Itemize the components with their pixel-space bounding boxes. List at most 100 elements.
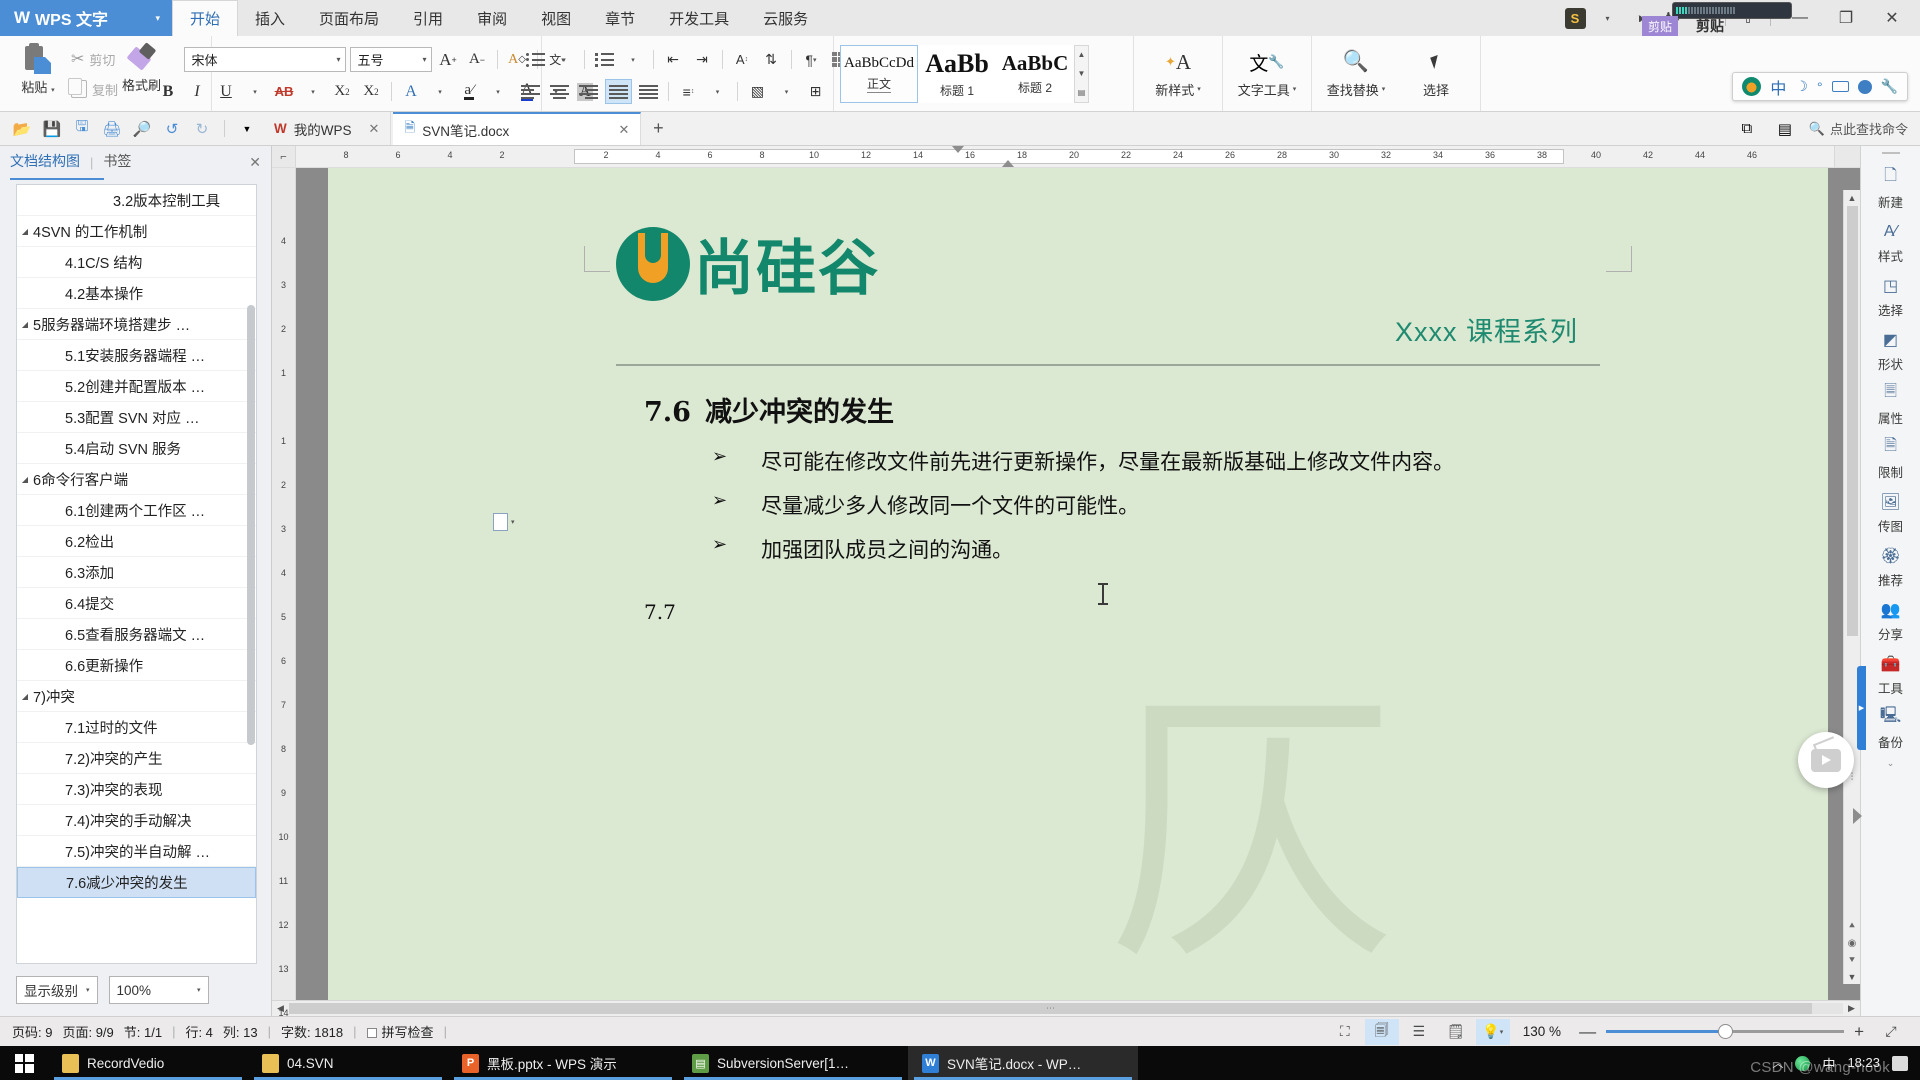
sidebar-item-upload-image[interactable]: 🖼 传图 <box>1863 486 1919 539</box>
document-page[interactable]: 尚硅谷 Xxxx 课程系列 7.6 减少冲突的发生 ➢ 尽可能在修改文件前先进行更… <box>328 168 1828 1000</box>
tab-references[interactable]: 引用 <box>396 0 460 36</box>
scroll-up-button[interactable]: ▲ <box>1848 190 1857 205</box>
superscript-button[interactable]: X2 <box>330 79 355 104</box>
ime-chinese-mode-icon[interactable]: 中 <box>1770 75 1786 99</box>
nav-item-7-4[interactable]: 7.4)冲突的手动解决 <box>17 805 256 836</box>
ime-settings-icon[interactable]: 🔧 <box>1881 78 1898 95</box>
tab-developer[interactable]: 开发工具 <box>652 0 746 36</box>
horizontal-ruler[interactable]: 8 6 4 2 2 4 6 8 10 12 14 16 18 20 22 24 <box>296 146 1834 167</box>
maximize-button[interactable]: ❐ <box>1824 3 1868 33</box>
sidebar-grip[interactable] <box>1881 152 1900 154</box>
ime-punctuation-icon[interactable]: ° <box>1817 79 1823 95</box>
chevron-down-icon[interactable]: ▾ <box>155 13 160 24</box>
nav-item-5-2[interactable]: 5.2创建并配置版本 … <box>17 371 256 402</box>
nav-item-5-3[interactable]: 5.3配置 SVN 对应 … <box>17 402 256 433</box>
clock[interactable]: 18:23 <box>1847 1055 1880 1070</box>
tab-review[interactable]: 审阅 <box>460 0 524 36</box>
redo-icon[interactable]: ↻ <box>188 116 216 142</box>
sogou-u-icon[interactable] <box>1742 77 1762 96</box>
nav-item-5-4[interactable]: 5.4启动 SVN 服务 <box>17 433 256 464</box>
nav-item-3-2[interactable]: 3.2版本控制工具 <box>17 185 256 216</box>
navigation-scrollbar[interactable] <box>247 305 255 745</box>
tab-sections[interactable]: 章节 <box>588 0 652 36</box>
nav-item-4[interactable]: ◢ 4SVN 的工作机制 <box>17 216 256 247</box>
sidebar-item-backup[interactable]: 🖳 备份 <box>1863 702 1919 755</box>
zoom-level-label[interactable]: 130 % <box>1513 1024 1569 1039</box>
tab-page-layout[interactable]: 页面布局 <box>302 0 396 36</box>
wps-brand-button[interactable]: W WPS 文字 ▾ <box>0 0 172 36</box>
sidebar-item-share[interactable]: 👥 分享 <box>1863 594 1919 647</box>
first-line-indent-marker[interactable] <box>952 146 964 153</box>
numbered-list-dropdown[interactable]: ▾ <box>621 47 646 72</box>
highlight-color-dropdown[interactable]: ▾ <box>486 79 511 104</box>
ime-moon-icon[interactable]: ☽ <box>1795 78 1808 95</box>
scroll-right-button[interactable]: ▶ <box>1843 1003 1860 1014</box>
decrease-font-size-button[interactable]: A − <box>465 47 490 72</box>
new-style-button[interactable]: ✦ A 新样式 ▾ <box>1138 41 1218 107</box>
close-icon[interactable]: ✕ <box>369 121 380 137</box>
document-canvas[interactable]: 尚硅谷 Xxxx 课程系列 7.6 减少冲突的发生 ➢ 尽可能在修改文件前先进行更… <box>296 168 1860 1000</box>
hscroll-track[interactable]: ⋯ <box>289 1003 1843 1014</box>
find-replace-button[interactable]: 🔍 查找替换 ▾ <box>1316 41 1396 107</box>
hscroll-thumb[interactable]: ⋯ <box>289 1003 1812 1014</box>
show-hidden-icons-icon[interactable]: ︿ <box>1772 1055 1783 1071</box>
tab-cloud-services[interactable]: 云服务 <box>746 0 825 36</box>
sidebar-item-new[interactable]: 🗋 新建 <box>1863 162 1919 215</box>
align-center-button[interactable] <box>547 79 572 104</box>
nav-item-7-5[interactable]: 7.5)冲突的半自动解 … <box>17 836 256 867</box>
text-effects-dropdown[interactable]: ▾ <box>428 79 453 104</box>
font-size-select[interactable]: 五号 ▾ <box>349 47 432 72</box>
status-spellcheck[interactable]: 拼写检查 <box>366 1022 444 1041</box>
tab-start[interactable]: 开始 <box>172 0 239 36</box>
taskbar-item-recordvedio[interactable]: RecordVedio <box>48 1046 248 1080</box>
select-browse-object-button[interactable]: ◉ <box>1845 935 1860 952</box>
undo-icon[interactable]: ↺ <box>158 116 186 142</box>
chevron-down-icon[interactable]: ▾ <box>1592 3 1622 33</box>
nav-item-4-1[interactable]: 4.1C/S 结构 <box>17 247 256 278</box>
horizontal-scrollbar[interactable]: ◀ ⋯ ▶ <box>272 1000 1860 1016</box>
shading-button[interactable]: ▧ <box>745 79 770 104</box>
zoom-out-button[interactable]: — <box>1572 1022 1603 1042</box>
sidebar-item-shapes[interactable]: ◩ 形状 <box>1863 324 1919 377</box>
taskbar-item-04svn[interactable]: 04.SVN <box>248 1046 448 1080</box>
nav-tab-document-map[interactable]: 文档结构图 <box>10 151 80 174</box>
sidebar-item-restrict[interactable]: 🗎 限制 <box>1863 432 1919 485</box>
align-justify-button[interactable] <box>605 79 632 104</box>
checkbox-icon[interactable] <box>366 1028 377 1038</box>
styles-expand[interactable]: ▤ <box>1075 83 1088 102</box>
nav-item-5[interactable]: ◢ 5服务器端环境搭建步 … <box>17 309 256 340</box>
start-button[interactable] <box>0 1046 48 1080</box>
nav-item-7-2[interactable]: 7.2)冲突的产生 <box>17 743 256 774</box>
strikethrough-dropdown[interactable]: ▾ <box>301 79 326 104</box>
taskbar-item-blackboard-pptx[interactable]: P 黑板.pptx - WPS 演示 <box>448 1046 678 1080</box>
zoom-in-button[interactable]: + <box>1847 1022 1871 1042</box>
style-normal[interactable]: AaBbCcDd 正文 <box>840 44 918 103</box>
nav-item-6-2[interactable]: 6.2检出 <box>17 526 256 557</box>
sort-characters-button[interactable]: A ↕ <box>730 47 755 72</box>
show-marks-button[interactable]: ¶ ▾ <box>799 47 824 72</box>
print-preview-icon[interactable]: 🔎 <box>128 116 156 142</box>
tab-stop-selector[interactable]: ⌐ <box>272 146 296 167</box>
vertical-scrollbar[interactable]: ▲ ⫶ ⯅ ◉ ⯆ ▼ <box>1843 190 1860 984</box>
sort-button[interactable]: ⇅ <box>759 47 784 72</box>
nav-item-7-1[interactable]: 7.1过时的文件 <box>17 712 256 743</box>
line-spacing-button[interactable]: ≡ ↕ <box>676 79 701 104</box>
nav-item-6-4[interactable]: 6.4提交 <box>17 588 256 619</box>
nav-item-6-1[interactable]: 6.1创建两个工作区 … <box>17 495 256 526</box>
style-heading-2[interactable]: AaBbC 标题 2 <box>996 44 1074 103</box>
sidebar-item-properties[interactable]: 🗏 属性 <box>1863 378 1919 431</box>
notification-icon[interactable] <box>1892 1055 1908 1071</box>
globe-icon[interactable] <box>1795 1055 1811 1071</box>
wps-member-badge[interactable]: S <box>1560 3 1590 33</box>
nav-item-6-6[interactable]: 6.6更新操作 <box>17 650 256 681</box>
navigation-list[interactable]: 3.2版本控制工具 ◢ 4SVN 的工作机制 4.1C/S 结构 4.2基本操作 … <box>16 184 257 964</box>
scroll-down-button[interactable]: ▼ <box>1848 969 1857 984</box>
nav-item-5-1[interactable]: 5.1安装服务器端程 … <box>17 340 256 371</box>
sidebar-item-styles[interactable]: A⁄ 样式 <box>1863 216 1919 269</box>
close-button[interactable]: ✕ <box>1870 3 1914 33</box>
sidebar-item-select[interactable]: ◳ 选择 <box>1863 270 1919 323</box>
status-word-count[interactable]: 字数: 1818 <box>281 1022 353 1041</box>
panel-toggle-icon[interactable]: ▤ <box>1771 116 1799 142</box>
strikethrough-button[interactable]: AB <box>272 79 297 104</box>
numbered-list-button[interactable] <box>592 47 617 72</box>
